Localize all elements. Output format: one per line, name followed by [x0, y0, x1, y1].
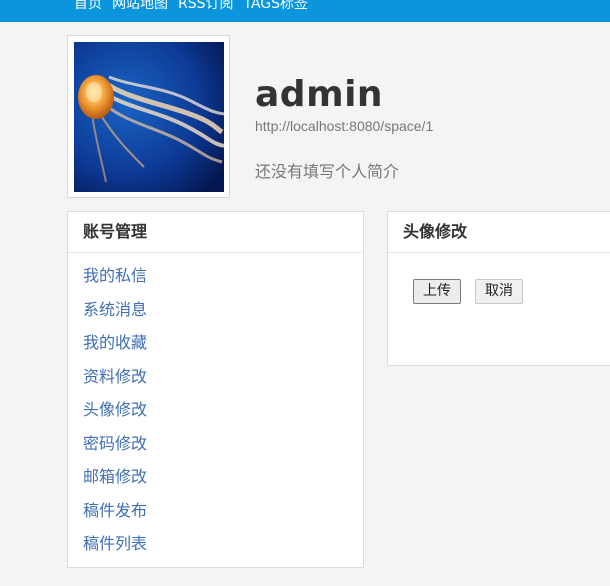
avatar-edit-actions: 上传 取消 — [413, 279, 523, 304]
menu-item-system-notices[interactable]: 系统消息 — [68, 297, 363, 331]
avatar-frame — [67, 35, 230, 198]
account-panel-title: 账号管理 — [68, 212, 363, 253]
account-panel: 账号管理 我的私信 系统消息 我的收藏 资料修改 头像修改 密码修改 邮箱修改 … — [67, 211, 364, 568]
menu-item-favorites[interactable]: 我的收藏 — [68, 330, 363, 364]
cancel-button[interactable]: 取消 — [475, 279, 523, 304]
avatar-edit-title: 头像修改 — [388, 212, 610, 253]
menu-item-publish-post[interactable]: 稿件发布 — [68, 498, 363, 532]
nav-tags[interactable]: TAGS标签 — [244, 0, 309, 13]
profile-username: admin — [255, 74, 384, 115]
profile-bio: 还没有填写个人简介 — [255, 162, 400, 181]
avatar-edit-panel: 头像修改 上传 取消 — [387, 211, 610, 366]
upload-button[interactable]: 上传 — [413, 279, 461, 304]
nav-sitemap[interactable]: 网站地图 — [112, 0, 168, 13]
menu-item-edit-profile[interactable]: 资料修改 — [68, 364, 363, 398]
nav-home[interactable]: 首页 — [74, 0, 102, 13]
menu-item-change-password[interactable]: 密码修改 — [68, 431, 363, 465]
menu-item-change-email[interactable]: 邮箱修改 — [68, 464, 363, 498]
account-menu: 我的私信 系统消息 我的收藏 资料修改 头像修改 密码修改 邮箱修改 稿件发布 … — [68, 253, 363, 565]
avatar — [74, 42, 224, 192]
menu-item-post-list[interactable]: 稿件列表 — [68, 531, 363, 565]
top-nav: 首页 网站地图 RSS订阅 TAGS标签 — [74, 0, 308, 13]
profile-space-url: http://localhost:8080/space/1 — [255, 118, 434, 134]
nav-rss[interactable]: RSS订阅 — [178, 0, 234, 13]
menu-item-messages[interactable]: 我的私信 — [68, 263, 363, 297]
top-nav-bar: 首页 网站地图 RSS订阅 TAGS标签 — [0, 0, 610, 22]
menu-item-edit-avatar[interactable]: 头像修改 — [68, 397, 363, 431]
